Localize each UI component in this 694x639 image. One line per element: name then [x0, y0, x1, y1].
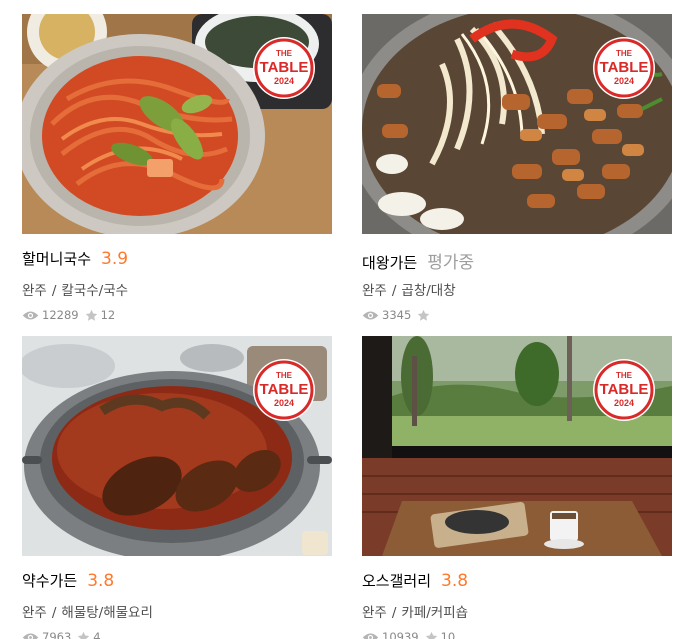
restaurant-photo-link[interactable]: THE TABLE 2024	[22, 336, 332, 556]
restaurant-name[interactable]: 대왕가든	[362, 252, 417, 273]
the-table-2024-badge: THE TABLE 2024	[252, 358, 316, 422]
svg-text:THE: THE	[616, 371, 633, 380]
eye-icon	[22, 633, 39, 639]
restaurant-category: 칼국수/국수	[61, 283, 129, 299]
svg-text:TABLE: TABLE	[600, 381, 649, 398]
the-table-2024-badge: THE TABLE 2024	[592, 358, 656, 422]
restaurant-region: 완주	[362, 283, 387, 299]
view-count: 3345	[362, 308, 411, 322]
restaurant-rating: 3.8	[87, 571, 115, 591]
star-icon	[418, 309, 430, 321]
svg-text:THE: THE	[616, 49, 633, 58]
svg-text:2024: 2024	[614, 76, 634, 86]
restaurant-category: 카페/커피숍	[401, 605, 469, 621]
restaurant-name[interactable]: 할머니국수	[22, 248, 91, 269]
svg-text:THE: THE	[276, 371, 293, 380]
restaurant-name[interactable]: 약수가든	[22, 570, 77, 591]
restaurant-rating: 3.9	[101, 249, 129, 269]
svg-text:2024: 2024	[274, 398, 294, 408]
the-table-2024-badge: THE TABLE 2024	[252, 36, 316, 100]
view-count: 12289	[22, 308, 79, 322]
favorite-count: 4	[77, 630, 101, 639]
view-count-value: 12289	[42, 308, 79, 322]
restaurant-stats: 7963 4	[22, 630, 332, 639]
restaurant-card[interactable]: THE TABLE 2024 대왕가든 평가중 완주 / 곱창/대창 3345	[362, 14, 672, 322]
eye-icon	[362, 633, 379, 639]
view-count: 7963	[22, 630, 71, 639]
restaurant-stats: 3345	[362, 308, 672, 322]
restaurant-rating: 평가중	[427, 253, 475, 273]
restaurant-location-category: 완주 / 해물탕/해물요리	[22, 601, 332, 621]
restaurant-photo-link[interactable]: THE TABLE 2024	[362, 14, 672, 234]
restaurant-location-category: 완주 / 카페/커피숍	[362, 601, 672, 621]
meta-separator: /	[51, 605, 57, 621]
restaurant-region: 완주	[22, 283, 47, 299]
restaurant-location-category: 완주 / 곱창/대창	[362, 279, 672, 299]
eye-icon	[22, 311, 39, 319]
view-count-value: 10939	[382, 630, 419, 639]
restaurant-region: 완주	[362, 605, 387, 621]
restaurant-stats: 12289 12	[22, 308, 332, 322]
restaurant-card[interactable]: THE TABLE 2024 오스갤러리 3.8 완주 / 카페/커피숍 10939…	[362, 336, 672, 639]
star-icon	[425, 631, 437, 639]
restaurant-card[interactable]: THE TABLE 2024 약수가든 3.8 완주 / 해물탕/해물요리 7963…	[22, 336, 332, 639]
svg-text:2024: 2024	[614, 398, 634, 408]
favorite-count-value: 10	[440, 630, 456, 639]
meta-separator: /	[391, 283, 397, 299]
restaurant-category: 곱창/대창	[401, 283, 456, 299]
restaurant-card[interactable]: THE TABLE 2024 할머니국수 3.9 완주 / 칼국수/국수 12289…	[22, 14, 332, 322]
favorite-count-value: 12	[100, 308, 116, 322]
meta-separator: /	[391, 605, 397, 621]
star-icon	[78, 631, 90, 639]
restaurant-name[interactable]: 오스갤러리	[362, 570, 431, 591]
favorite-count	[417, 309, 433, 322]
view-count: 10939	[362, 630, 419, 639]
view-count-value: 7963	[42, 630, 72, 639]
restaurant-category: 해물탕/해물요리	[61, 605, 153, 621]
svg-text:2024: 2024	[274, 76, 294, 86]
restaurant-photo-link[interactable]: THE TABLE 2024	[22, 14, 332, 234]
restaurant-rating: 3.8	[441, 571, 469, 591]
restaurant-region: 완주	[22, 605, 47, 621]
favorite-count: 10	[425, 630, 456, 639]
svg-text:TABLE: TABLE	[600, 59, 649, 76]
svg-text:TABLE: TABLE	[260, 59, 309, 76]
svg-text:THE: THE	[276, 49, 293, 58]
star-icon	[85, 309, 97, 321]
favorite-count: 12	[85, 308, 116, 322]
restaurant-stats: 10939 10	[362, 630, 672, 639]
restaurant-photo-link[interactable]: THE TABLE 2024	[362, 336, 672, 556]
eye-icon	[362, 311, 379, 319]
meta-separator: /	[51, 283, 57, 299]
svg-text:TABLE: TABLE	[260, 381, 309, 398]
view-count-value: 3345	[382, 308, 412, 322]
the-table-2024-badge: THE TABLE 2024	[592, 36, 656, 100]
restaurant-location-category: 완주 / 칼국수/국수	[22, 279, 332, 299]
favorite-count-value: 4	[93, 630, 101, 639]
